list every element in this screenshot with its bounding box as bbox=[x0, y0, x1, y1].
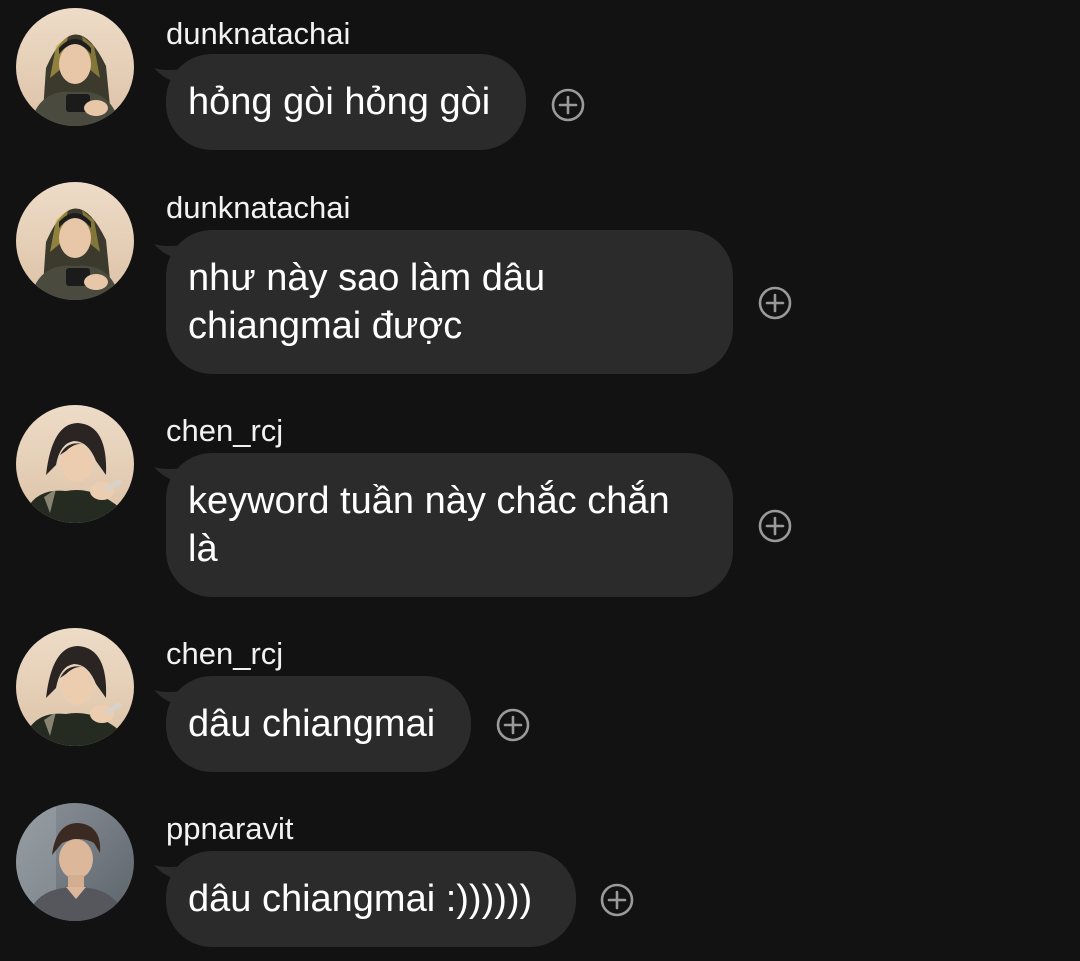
message-bubble[interactable]: keyword tuần này chắc chắn là bbox=[166, 453, 733, 597]
message-username[interactable]: dunknatachai bbox=[166, 190, 350, 226]
message-bubble[interactable]: dâu chiangmai :)))))) bbox=[166, 851, 576, 947]
message-row: dunknatachai như này sao làm dâu chiangm… bbox=[0, 182, 1080, 376]
message-username[interactable]: ppnaravit bbox=[166, 811, 294, 847]
message-username[interactable]: chen_rcj bbox=[166, 636, 283, 672]
message-row: dunknatachai hỏng gòi hỏng gòi bbox=[0, 8, 1080, 152]
avatar[interactable] bbox=[16, 628, 134, 746]
message-bubble[interactable]: dâu chiangmai bbox=[166, 676, 471, 772]
profile-photo-chen_rcj bbox=[16, 628, 134, 746]
avatar[interactable] bbox=[16, 405, 134, 523]
message-text: dâu chiangmai :)))))) bbox=[188, 878, 533, 920]
add-reaction-button[interactable] bbox=[758, 286, 792, 320]
message-row: chen_rcj dâu chiangmai bbox=[0, 628, 1080, 772]
profile-photo-dunknatachai bbox=[16, 8, 134, 126]
profile-photo-dunknatachai bbox=[16, 182, 134, 300]
profile-photo-chen_rcj bbox=[16, 405, 134, 523]
message-text: dâu chiangmai bbox=[188, 703, 436, 745]
message-bubble[interactable]: như này sao làm dâu chiangmai được bbox=[166, 230, 733, 374]
add-reaction-button[interactable] bbox=[600, 883, 634, 917]
message-username[interactable]: chen_rcj bbox=[166, 413, 283, 449]
add-reaction-icon bbox=[600, 883, 634, 917]
add-reaction-icon bbox=[758, 286, 792, 320]
message-bubble[interactable]: hỏng gòi hỏng gòi bbox=[166, 54, 526, 150]
profile-photo-ppnaravit bbox=[16, 803, 134, 921]
message-text: keyword tuần này chắc chắn là bbox=[188, 480, 670, 570]
message-row: chen_rcj keyword tuần này chắc chắn là bbox=[0, 405, 1080, 599]
message-row: ppnaravit dâu chiangmai :)))))) bbox=[0, 803, 1080, 947]
avatar[interactable] bbox=[16, 182, 134, 300]
add-reaction-button[interactable] bbox=[551, 88, 585, 122]
message-text: hỏng gòi hỏng gòi bbox=[188, 81, 491, 123]
add-reaction-icon bbox=[758, 509, 792, 543]
message-text: như này sao làm dâu chiangmai được bbox=[188, 257, 546, 347]
add-reaction-button[interactable] bbox=[496, 708, 530, 742]
add-reaction-icon bbox=[496, 708, 530, 742]
message-username[interactable]: dunknatachai bbox=[166, 16, 350, 52]
avatar[interactable] bbox=[16, 8, 134, 126]
add-reaction-button[interactable] bbox=[758, 509, 792, 543]
avatar[interactable] bbox=[16, 803, 134, 921]
add-reaction-icon bbox=[551, 88, 585, 122]
